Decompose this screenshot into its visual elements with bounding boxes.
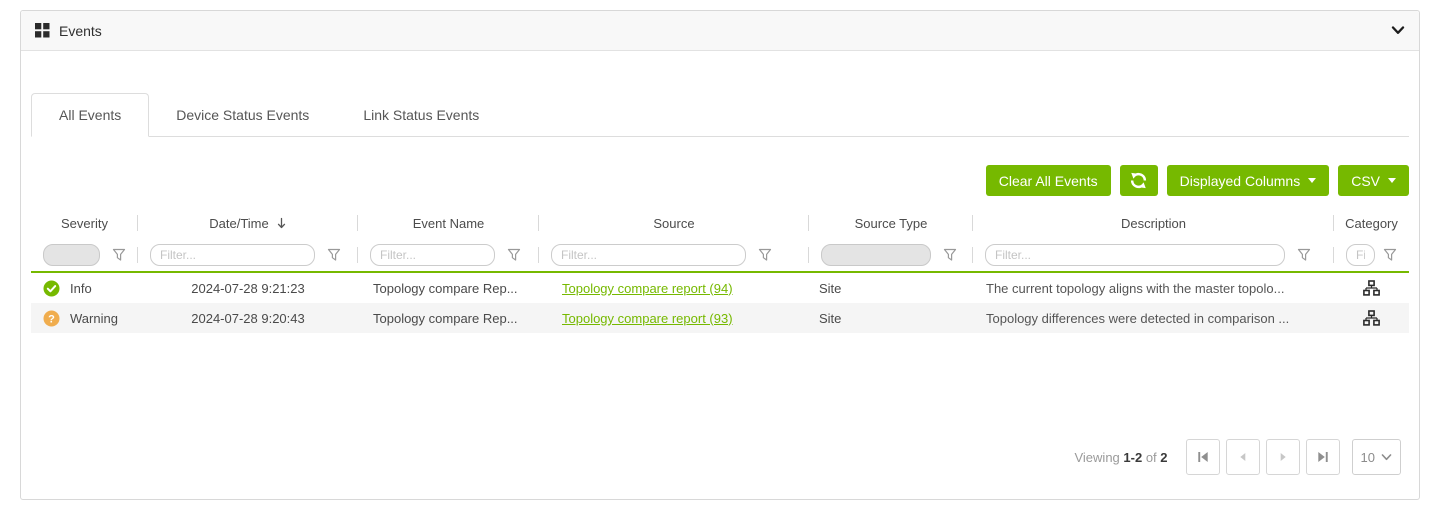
sort-desc-icon — [276, 217, 287, 230]
viewing-range: 1-2 — [1123, 450, 1142, 465]
filter-cell-source-type — [809, 239, 973, 271]
category-cell — [1334, 310, 1409, 326]
filter-cell-severity — [31, 239, 138, 271]
tab-label: Link Status Events — [363, 107, 479, 123]
skip-first-icon — [1197, 451, 1209, 463]
events-tab-bar: All Events Device Status Events Link Sta… — [31, 93, 1409, 137]
panel-title: Events — [59, 23, 102, 39]
last-page-button[interactable] — [1306, 439, 1340, 475]
svg-text:?: ? — [48, 313, 55, 325]
csv-label: CSV — [1351, 173, 1380, 189]
first-page-button[interactable] — [1186, 439, 1220, 475]
description-filter-input[interactable] — [985, 244, 1285, 266]
column-header-datetime[interactable]: Date/Time — [138, 216, 358, 231]
source-type-cell: Site — [809, 311, 973, 326]
tab-device-status-events[interactable]: Device Status Events — [149, 93, 336, 136]
viewing-total: 2 — [1160, 450, 1167, 465]
funnel-filter-icon[interactable] — [758, 248, 772, 262]
event-name-filter-input[interactable] — [370, 244, 495, 266]
column-header-event-name[interactable]: Event Name — [358, 216, 539, 231]
category-filter-input[interactable] — [1346, 244, 1375, 266]
topology-icon — [1363, 280, 1380, 296]
source-cell: Topology compare report (94) — [539, 281, 809, 296]
category-cell — [1334, 280, 1409, 296]
datetime-cell: 2024-07-28 9:20:43 — [138, 311, 358, 326]
column-header-source[interactable]: Source — [539, 216, 809, 231]
chevron-down-icon — [1381, 454, 1392, 461]
clear-all-events-label: Clear All Events — [999, 173, 1098, 189]
funnel-filter-icon[interactable] — [1297, 248, 1311, 262]
description-cell: The current topology aligns with the mas… — [973, 281, 1334, 296]
datetime-cell: 2024-07-28 9:21:23 — [138, 281, 358, 296]
event-name-cell: Topology compare Rep... — [358, 281, 539, 296]
refresh-icon — [1130, 172, 1147, 189]
tab-label: All Events — [59, 107, 121, 123]
displayed-columns-label: Displayed Columns — [1180, 173, 1301, 189]
column-header-description[interactable]: Description — [973, 216, 1334, 231]
source-type-filter-select[interactable] — [821, 244, 931, 266]
topology-icon — [1363, 310, 1380, 326]
tab-all-events[interactable]: All Events — [31, 93, 149, 137]
table-header-row: Severity Date/Time Event Name Source — [31, 207, 1409, 239]
page-size-value: 10 — [1361, 450, 1375, 465]
column-header-severity[interactable]: Severity — [31, 216, 138, 231]
severity-label: Warning — [70, 311, 118, 326]
events-panel: Events All Events Device Status Events L… — [20, 10, 1420, 500]
filter-cell-description — [973, 239, 1334, 271]
source-type-cell: Site — [809, 281, 973, 296]
events-table: Severity Date/Time Event Name Source — [31, 207, 1409, 333]
skip-last-icon — [1317, 451, 1329, 463]
viewing-status: Viewing 1-2 of 2 — [1074, 450, 1167, 465]
source-link[interactable]: Topology compare report (94) — [562, 281, 733, 296]
filter-cell-datetime — [138, 239, 358, 271]
check-circle-icon — [43, 280, 60, 297]
chevron-right-icon — [1277, 451, 1289, 463]
previous-page-button[interactable] — [1226, 439, 1260, 475]
column-header-category[interactable]: Category — [1334, 216, 1409, 231]
funnel-filter-icon[interactable] — [943, 248, 957, 262]
datetime-filter-input[interactable] — [150, 244, 315, 266]
clear-all-events-button[interactable]: Clear All Events — [986, 165, 1111, 196]
displayed-columns-button[interactable]: Displayed Columns — [1167, 165, 1330, 196]
grid-icon — [35, 23, 50, 38]
severity-label: Info — [70, 281, 92, 296]
pagination: Viewing 1-2 of 2 — [1074, 439, 1401, 475]
caret-down-icon — [1308, 178, 1316, 183]
refresh-button[interactable] — [1120, 165, 1158, 196]
chevron-left-icon — [1237, 451, 1249, 463]
table-row[interactable]: ? Warning 2024-07-28 9:20:43 Topology co… — [31, 303, 1409, 333]
funnel-filter-icon[interactable] — [1383, 248, 1397, 262]
severity-filter-select[interactable] — [43, 244, 100, 266]
filter-cell-event-name — [358, 239, 539, 271]
question-circle-icon: ? — [43, 310, 60, 327]
column-header-source-type[interactable]: Source Type — [809, 216, 973, 231]
next-page-button[interactable] — [1266, 439, 1300, 475]
collapse-chevron-down-icon[interactable] — [1391, 26, 1405, 35]
funnel-filter-icon[interactable] — [112, 248, 126, 262]
source-cell: Topology compare report (93) — [539, 311, 809, 326]
source-filter-input[interactable] — [551, 244, 746, 266]
funnel-filter-icon[interactable] — [327, 248, 341, 262]
tab-link-status-events[interactable]: Link Status Events — [336, 93, 506, 136]
filter-cell-source — [539, 239, 809, 271]
table-body: Info 2024-07-28 9:21:23 Topology compare… — [31, 273, 1409, 333]
page-size-select[interactable]: 10 — [1352, 439, 1401, 475]
csv-export-button[interactable]: CSV — [1338, 165, 1409, 196]
caret-down-icon — [1388, 178, 1396, 183]
panel-header: Events — [21, 11, 1419, 51]
tab-label: Device Status Events — [176, 107, 309, 123]
table-row[interactable]: Info 2024-07-28 9:21:23 Topology compare… — [31, 273, 1409, 303]
description-cell: Topology differences were detected in co… — [973, 311, 1334, 326]
table-toolbar: Clear All Events Displayed Columns CSV — [31, 165, 1409, 196]
filter-cell-category — [1334, 239, 1409, 271]
filter-row — [31, 239, 1409, 273]
funnel-filter-icon[interactable] — [507, 248, 521, 262]
source-link[interactable]: Topology compare report (93) — [562, 311, 733, 326]
event-name-cell: Topology compare Rep... — [358, 311, 539, 326]
